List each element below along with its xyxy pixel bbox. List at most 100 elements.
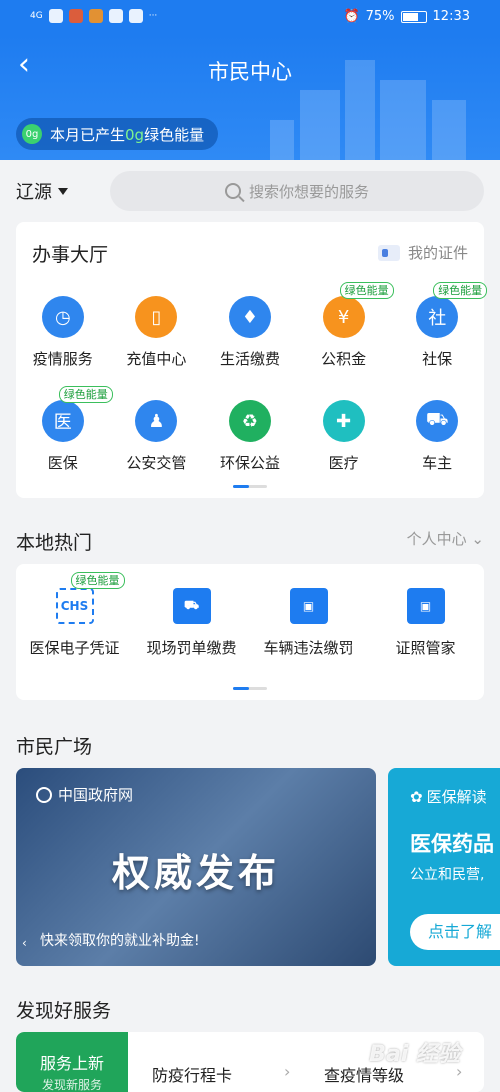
- chevron-left-icon: ‹: [22, 936, 27, 950]
- learn-more-button[interactable]: 点击了解: [410, 914, 500, 950]
- page-indicator: [233, 687, 267, 690]
- search-icon: [224, 183, 241, 199]
- energy-icon: 0g: [22, 124, 42, 144]
- hot-services: 绿色能量 CHS 医保电子凭证 ⛟ 现场罚单缴费 ▣ 车辆违法缴罚 ▣ 证照管家: [16, 572, 484, 659]
- caret-down-icon: [58, 187, 68, 195]
- header: ‹ 市民中心 0g 本月已产生0g绿色能量: [0, 34, 500, 160]
- car-ticket-icon: ⛟: [172, 588, 211, 624]
- new-services-sub: 发现新服务: [41, 1078, 102, 1092]
- app-notification-icon: [88, 9, 103, 23]
- house-yuan-icon: ¥: [322, 296, 365, 338]
- hot-service-item[interactable]: ▣ 车辆违法缴罚: [250, 578, 367, 659]
- banner-source: 中国政府网: [36, 784, 133, 805]
- service-hall-card: 办事大厅 我的证件 ◷ 疫情服务 ▯ 充值中心 ♦ 生活缴费 绿色能量 ¥ 公积金 绿色能量社社保…: [16, 222, 488, 498]
- service-item[interactable]: 绿色能量 ¥ 公积金: [297, 282, 394, 380]
- section-title: 办事大厅: [32, 244, 109, 266]
- service-label: 公安交管: [126, 454, 187, 472]
- page-title: 市民中心: [208, 60, 292, 84]
- signal-icon: [48, 9, 63, 23]
- clock-time: 12:33: [432, 9, 470, 24]
- hot-service-item[interactable]: 绿色能量 CHS 医保电子凭证: [16, 572, 133, 659]
- service-grid: ◷ 疫情服务 ▯ 充值中心 ♦ 生活缴费 绿色能量 ¥ 公积金 绿色能量社社保 绿色能量医医保 ♟ 公安…: [16, 282, 488, 484]
- service-item[interactable]: ⛟ 车主: [390, 396, 484, 484]
- banner-source: ✿ 医保解读: [410, 787, 487, 807]
- battery-percent: 75%: [365, 9, 395, 24]
- service-item[interactable]: ♻ 环保公益: [203, 396, 297, 484]
- status-bar: 4G ··· ⏰ 75% 12:33: [0, 0, 500, 34]
- service-item[interactable]: ♦ 生活缴费: [203, 292, 297, 380]
- search-placeholder: 搜索你想要的服务: [248, 182, 369, 201]
- my-certificates-link[interactable]: 我的证件: [377, 242, 468, 263]
- hot-service-label: 医保电子凭证: [29, 639, 120, 657]
- status-left-icons: 4G ···: [30, 9, 157, 23]
- green-energy-badge: 绿色能量: [339, 282, 394, 299]
- police-icon: ♟: [135, 400, 178, 442]
- service-label: 医保: [47, 454, 78, 472]
- service-label: 公积金: [321, 350, 367, 368]
- service-label: 充值中心: [126, 350, 187, 368]
- service-item[interactable]: ✚ 医疗: [297, 396, 391, 484]
- chs-icon: CHS: [55, 588, 94, 624]
- service-item[interactable]: ▯ 充值中心: [110, 292, 204, 380]
- chevron-down-icon: ⌄: [471, 530, 484, 548]
- hot-service-label: 车辆违法缴罚: [263, 639, 354, 657]
- id-card-icon: [377, 244, 400, 261]
- chevron-right-icon: ›: [284, 1062, 291, 1081]
- service-label: 疫情服务: [32, 350, 93, 368]
- new-services-label: 服务上新: [39, 1054, 104, 1073]
- green-energy-pill[interactable]: 0g 本月已产生0g绿色能量: [16, 118, 219, 150]
- medical-icon: ✚: [322, 400, 365, 442]
- app-notification-icon: [128, 9, 143, 23]
- recycle-icon: ♻: [228, 400, 271, 442]
- service-item[interactable]: 绿色能量社社保: [390, 282, 488, 380]
- shield-icon: 社: [416, 296, 459, 338]
- water-drop-icon: ♦: [228, 296, 271, 338]
- local-hot-card: 绿色能量 CHS 医保电子凭证 ⛟ 现场罚单缴费 ▣ 车辆违法缴罚 ▣ 证照管家: [16, 564, 484, 700]
- hot-service-item[interactable]: ⛟ 现场罚单缴费: [133, 578, 250, 659]
- hot-service-label: 证照管家: [395, 639, 456, 657]
- service-item[interactable]: ♟ 公安交管: [110, 396, 204, 484]
- cloud-icon: [108, 9, 123, 23]
- battery-icon: [400, 10, 427, 23]
- banner-sub: 公立和民营,: [410, 867, 485, 883]
- clock-icon: ◷: [41, 296, 84, 338]
- watermark: Bai 经验: [369, 1042, 460, 1067]
- section-title: 发现好服务: [16, 1000, 112, 1022]
- city-selector[interactable]: 辽源: [16, 178, 68, 204]
- search-input[interactable]: 搜索你想要的服务: [110, 171, 484, 211]
- news-banner[interactable]: 中国政府网 权威发布 ‹ 快来领取你的就业补助金!: [16, 768, 376, 966]
- service-label: 车主: [422, 454, 453, 472]
- green-energy-badge: 绿色能量: [58, 386, 113, 403]
- service-item[interactable]: ◷ 疫情服务: [16, 292, 110, 380]
- hot-service-item[interactable]: ▣ 证照管家: [367, 578, 484, 659]
- service-item[interactable]: 绿色能量医医保: [16, 386, 113, 484]
- my-certificates-label: 我的证件: [407, 244, 468, 262]
- phone-icon: ▯: [135, 296, 178, 338]
- hot-service-label: 现场罚单缴费: [146, 639, 237, 657]
- personal-center-link[interactable]: 个人中心 ⌄: [407, 528, 484, 549]
- service-label: 社保: [422, 350, 453, 368]
- service-label: 生活缴费: [219, 350, 280, 368]
- network-label: 4G: [30, 11, 43, 21]
- service-label: 环保公益: [219, 454, 280, 472]
- green-energy-badge: 绿色能量: [433, 282, 488, 299]
- building-decoration: [432, 100, 466, 160]
- city-name: 辽源: [16, 182, 52, 203]
- app-notification-icon: [68, 9, 83, 23]
- banner-headline: 医保药品: [410, 832, 494, 856]
- section-title: 市民广场: [16, 736, 93, 758]
- green-energy-badge: 绿色能量: [70, 572, 125, 589]
- id-card-icon: ▣: [289, 588, 328, 624]
- license-icon: ▣: [406, 588, 445, 624]
- car-icon: ⛟: [416, 400, 459, 442]
- status-right: ⏰ 75% 12:33: [343, 9, 470, 24]
- insurance-banner[interactable]: ✿ 医保解读 医保药品 公立和民营, 点击了解: [388, 768, 500, 966]
- alarm-icon: ⏰: [343, 9, 360, 24]
- new-services-tag[interactable]: 服务上新 发现新服务: [16, 1032, 128, 1092]
- globe-icon: [36, 786, 52, 803]
- banner-caption: 快来领取你的就业补助金!: [40, 933, 200, 949]
- gear-icon: ✿: [410, 787, 423, 806]
- banner-headline: 权威发布: [111, 851, 280, 895]
- service-label: 医疗: [328, 454, 359, 472]
- service-link[interactable]: 防疫行程卡: [152, 1062, 232, 1086]
